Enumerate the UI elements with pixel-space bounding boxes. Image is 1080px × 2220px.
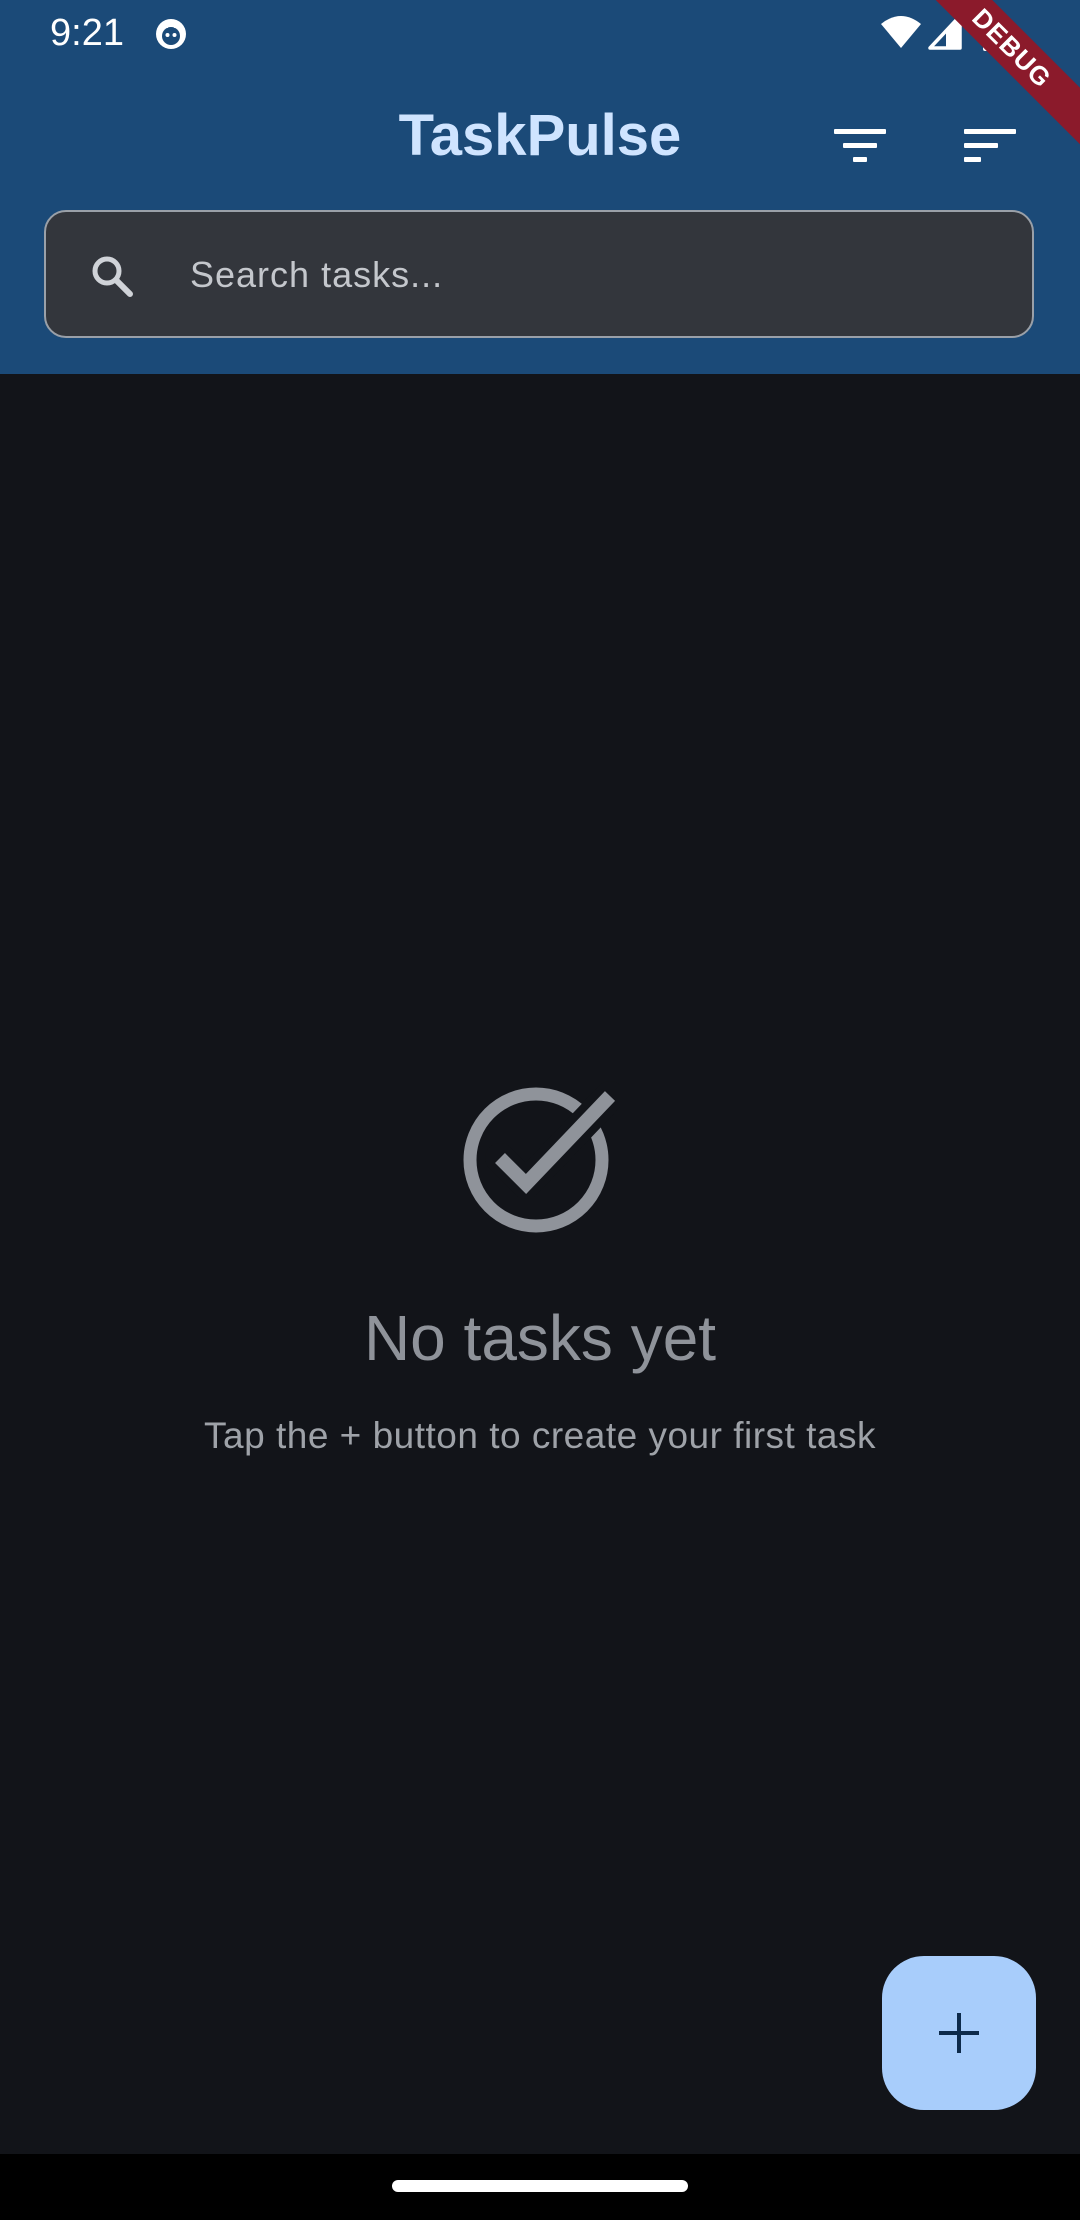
status-bar: 9:21 [0,0,1080,66]
sort-button[interactable] [952,108,1028,184]
home-indicator[interactable] [392,2180,688,2192]
header: 9:21 DEBUG TaskPulse [0,0,1080,374]
app-notification-icon [156,19,186,49]
app-title: TaskPulse [398,103,682,168]
app-screen: 9:21 DEBUG TaskPulse Search tasks... No … [0,0,1080,2220]
filter-icon [834,129,886,162]
search-icon [92,256,133,297]
wifi-icon [881,16,921,48]
add-task-button[interactable] [882,1956,1036,2110]
empty-state-subtitle: Tap the + button to create your first ta… [204,1415,876,1456]
check-circle-icon [463,1081,620,1233]
status-time: 9:21 [50,12,124,54]
search-bar[interactable] [44,210,1034,338]
empty-state: No tasks yet Tap the + button to create … [0,1080,1080,1460]
sort-icon [964,129,1016,162]
search-input[interactable] [188,212,992,338]
filter-button[interactable] [822,108,898,184]
empty-state-title: No tasks yet [363,1302,717,1374]
plus-icon [939,2013,979,2053]
